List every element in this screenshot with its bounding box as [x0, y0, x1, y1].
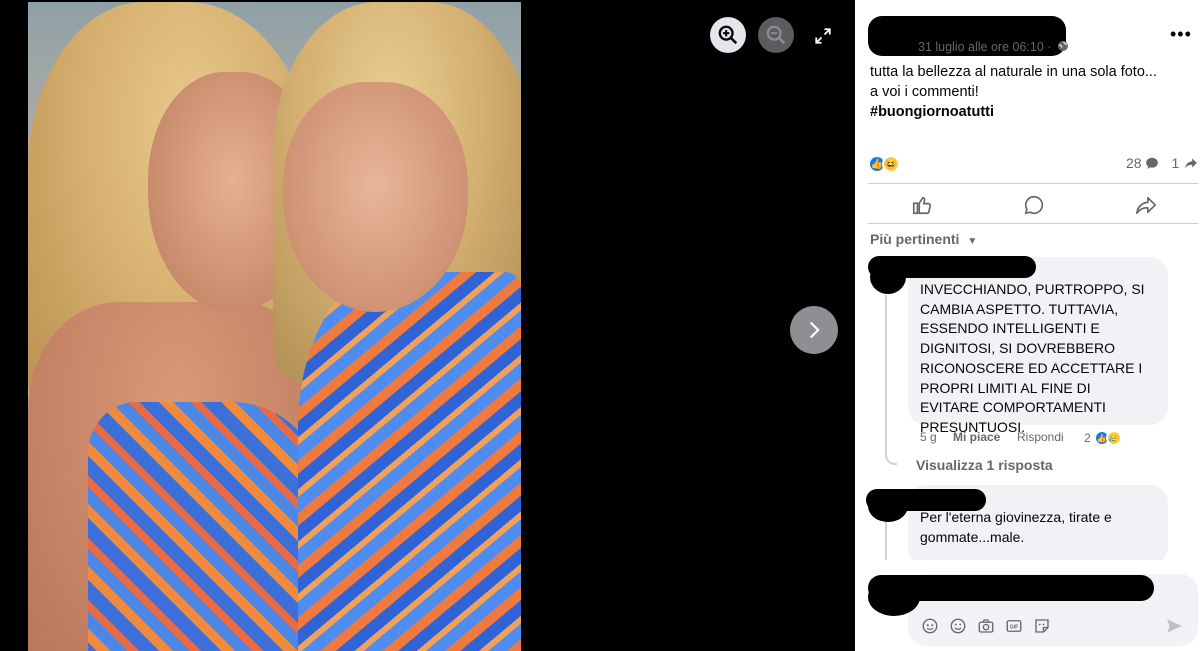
divider-top [868, 183, 1198, 184]
reply-thread-line [885, 295, 897, 465]
haha-reaction-icon: 😆 [882, 155, 900, 173]
comment-text-2: Per l'eterna giovinezza, tirate e gommat… [920, 509, 1112, 545]
chevron-right-icon [809, 321, 820, 339]
more-options-button[interactable]: ••• [1170, 24, 1192, 45]
sticker-icon [1035, 619, 1049, 633]
post-counts: 28 1 [1126, 155, 1199, 171]
comment-reactions-1[interactable]: 2 👍 😥 [1084, 430, 1122, 446]
sad-reaction-icon: 😥 [1105, 430, 1122, 446]
sticker-button[interactable] [1033, 617, 1051, 635]
emoji-icon [950, 618, 966, 634]
share-count-link[interactable]: 1 [1171, 155, 1199, 171]
comment-sort-dropdown[interactable]: Più pertinenti ▼ [870, 231, 977, 247]
zoom-in-icon [718, 25, 738, 45]
photo-face-right [283, 82, 468, 312]
gif-icon: GIF [1006, 620, 1022, 632]
avatar-sticker-icon [922, 618, 938, 634]
post-text-line2: a voi i commenti! [870, 84, 979, 100]
post-text: tutta la bellezza al naturale in una sol… [870, 62, 1190, 122]
share-count: 1 [1171, 155, 1180, 171]
comment-count-icon [1146, 157, 1159, 169]
reaction-summary[interactable]: 👍 😆 [868, 155, 900, 173]
avatar-2[interactable] [868, 490, 908, 522]
gif-button[interactable]: GIF [1005, 617, 1023, 635]
comment-button[interactable] [1023, 194, 1045, 216]
own-avatar [868, 578, 920, 616]
post-date[interactable]: 31 luglio alle ore 06:10 · [918, 40, 1051, 54]
reply-thread-line-2 [885, 518, 887, 560]
like-button[interactable] [911, 194, 933, 216]
camera-button[interactable] [977, 617, 995, 635]
photo-body-right [298, 272, 521, 651]
comment-like-button-1[interactable]: Mi piace [953, 430, 1000, 444]
post-photo[interactable] [28, 2, 521, 651]
globe-icon [1057, 41, 1068, 51]
zoom-out-button[interactable] [758, 17, 794, 53]
avatar-1[interactable] [870, 260, 906, 294]
expand-button[interactable] [811, 24, 835, 48]
emoji-button[interactable] [949, 617, 967, 635]
expand-icon [815, 28, 831, 44]
post-text-line1: tutta la bellezza al naturale in una sol… [870, 64, 1157, 80]
svg-text:GIF: GIF [1010, 625, 1020, 631]
next-photo-button[interactable] [790, 306, 838, 354]
send-icon [1167, 619, 1182, 633]
camera-icon [978, 619, 994, 633]
comment-reply-button-1[interactable]: Rispondi [1017, 430, 1064, 444]
share-button[interactable] [1135, 194, 1157, 216]
sort-label: Più pertinenti [870, 231, 960, 247]
avatar-sticker-button[interactable] [921, 617, 939, 635]
comment-count: 28 [1126, 155, 1142, 171]
caret-down-icon: ▼ [967, 236, 978, 247]
comment-icon [1024, 195, 1044, 215]
hashtag-link[interactable]: #buongiornoatutti [870, 102, 1190, 122]
post-meta: 31 luglio alle ore 06:10 · [918, 40, 1069, 54]
zoom-in-button[interactable] [710, 17, 746, 53]
photo-viewer [0, 0, 855, 651]
comment-reaction-count-1: 2 [1084, 431, 1091, 445]
send-button[interactable] [1165, 617, 1183, 635]
share-count-icon [1185, 158, 1197, 169]
like-icon [912, 196, 932, 215]
more-icon: ••• [1170, 24, 1192, 44]
comment-count-link[interactable]: 28 [1126, 155, 1159, 171]
photo-swimsuit-left [88, 402, 328, 651]
divider-actions [868, 223, 1198, 224]
share-icon [1136, 196, 1156, 215]
comment-time-1[interactable]: 5 g [920, 430, 937, 444]
zoom-out-icon [766, 25, 786, 45]
comment-text-1: INVECCHIANDO, PURTROPPO, SI CAMBIA ASPET… [920, 281, 1145, 435]
view-replies-link[interactable]: Visualizza 1 risposta [916, 457, 1053, 473]
